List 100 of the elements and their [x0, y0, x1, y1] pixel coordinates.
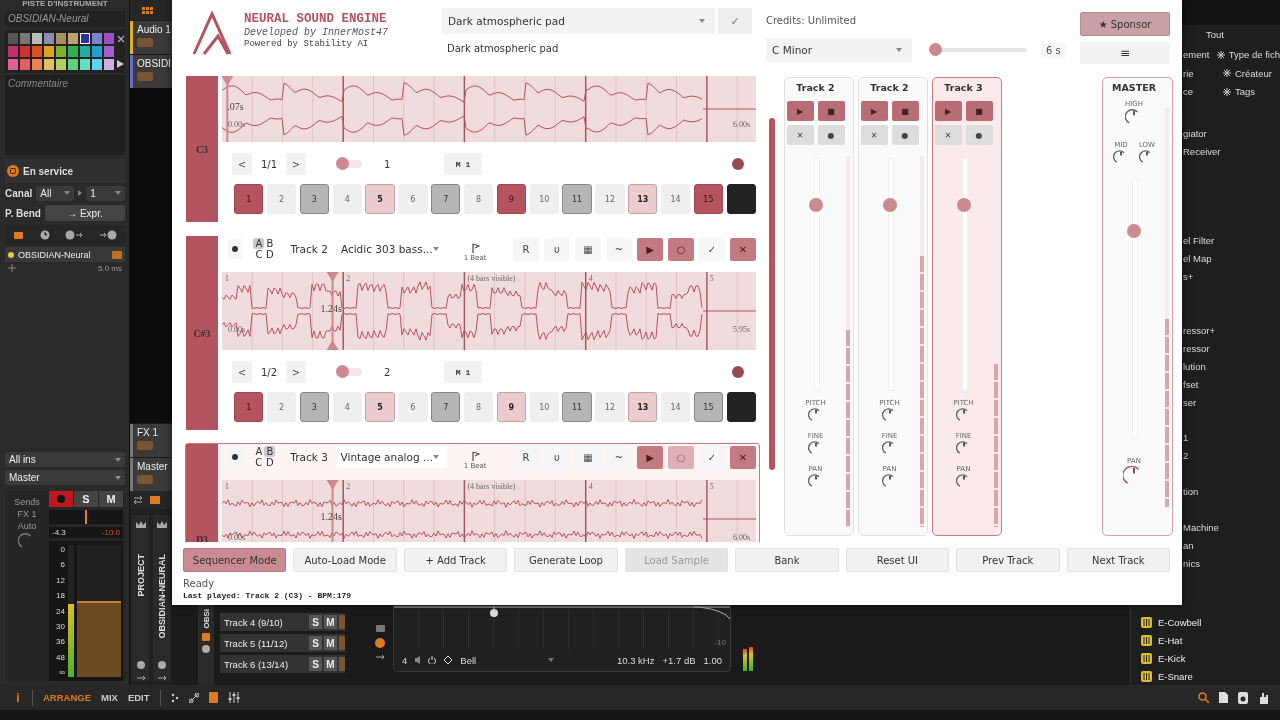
power-icon[interactable]	[428, 656, 437, 664]
color-swatch[interactable]	[68, 33, 78, 44]
color-swatch[interactable]	[8, 46, 18, 57]
preset-item[interactable]: E-Cowbell	[1131, 613, 1280, 631]
color-swatch[interactable]	[92, 46, 102, 57]
color-swatch[interactable]	[68, 46, 78, 57]
color-swatch[interactable]	[92, 33, 102, 44]
track-row[interactable]: Track 4 (9/10) S M	[220, 613, 345, 631]
record-toggle[interactable]	[228, 239, 243, 259]
previous-button[interactable]: <	[232, 361, 252, 383]
step-button[interactable]: 4	[332, 392, 362, 422]
color-swatch[interactable]	[8, 59, 18, 70]
device-icon[interactable]	[12, 230, 24, 240]
browser-item[interactable]: ement	[1183, 49, 1217, 61]
browser-item[interactable]: s+	[1183, 268, 1280, 286]
track-header[interactable]: Master	[130, 458, 172, 491]
track-header[interactable]: FX 1	[130, 424, 172, 457]
volume-fader[interactable]	[808, 197, 823, 212]
info-button[interactable]: i	[14, 690, 22, 705]
color-swatch[interactable]	[80, 59, 90, 70]
clock-icon[interactable]	[157, 661, 166, 669]
tool-button[interactable]: υ	[544, 445, 570, 469]
route-icon[interactable]	[157, 675, 166, 681]
slot-toggle[interactable]: B	[264, 446, 276, 457]
browser-item[interactable]: el Filter	[1183, 232, 1280, 250]
key-dropdown[interactable]: C Minor	[766, 38, 913, 62]
track-row[interactable]: Track 6 (13/14) S M	[220, 655, 345, 673]
color-swatch[interactable]	[20, 46, 30, 57]
step-button[interactable]: 1	[234, 184, 264, 214]
browser-item[interactable]: tion	[1183, 483, 1280, 501]
tool-button[interactable]: υ	[544, 237, 570, 261]
step-button[interactable]	[726, 392, 756, 422]
clock-icon[interactable]	[136, 661, 145, 669]
add-icon[interactable]	[8, 264, 16, 272]
step-button[interactable]: 7	[431, 392, 461, 422]
device-slot[interactable]: OBSIDIAN-Neural	[5, 247, 125, 262]
dots-icon[interactable]	[170, 692, 179, 703]
solo-button[interactable]: S	[309, 615, 322, 629]
browser-item[interactable]: nics	[1183, 555, 1280, 573]
grid-icon[interactable]	[142, 6, 153, 14]
route-icon[interactable]	[136, 675, 145, 681]
step-button[interactable]: 5	[365, 392, 395, 422]
toggle-icon[interactable]	[137, 38, 153, 47]
solo-button[interactable]: ●	[965, 125, 993, 145]
record-button[interactable]: ○	[668, 237, 694, 261]
step-button[interactable]: 8	[463, 184, 494, 214]
swap-icon[interactable]	[134, 496, 142, 504]
solo-button[interactable]: S	[74, 491, 98, 507]
toggle-icon[interactable]	[339, 657, 345, 671]
step-button[interactable]: 11	[562, 184, 592, 214]
action-button[interactable]: Generate Loop	[514, 548, 618, 572]
step-button[interactable]: 3	[299, 392, 330, 422]
preset-item[interactable]: E-Kick	[1131, 649, 1280, 667]
step-button[interactable]: 10	[529, 392, 559, 422]
confirm-button[interactable]: ✓	[699, 445, 725, 469]
track-header[interactable]: Audio 1	[130, 21, 172, 54]
remove-button[interactable]: ✕	[730, 445, 756, 469]
browser-item[interactable]: lution	[1183, 358, 1280, 376]
step-button[interactable]: 13	[628, 392, 658, 422]
action-button[interactable]: Sequencer Mode	[183, 548, 287, 572]
browser-item[interactable]: rie	[1183, 67, 1223, 79]
route-icon[interactable]	[376, 654, 384, 660]
color-swatch[interactable]	[68, 59, 78, 70]
tool-button[interactable]: ~	[606, 445, 632, 469]
tool-button[interactable]: ▦	[575, 237, 601, 261]
step-button[interactable]: 12	[595, 392, 625, 422]
power-icon[interactable]	[7, 165, 19, 177]
step-button[interactable]: 10	[529, 184, 559, 214]
browser-item[interactable]: ce	[1183, 86, 1223, 98]
mixer-icon[interactable]	[227, 692, 240, 703]
step-button[interactable]	[726, 184, 756, 214]
step-button[interactable]: 6	[398, 184, 428, 214]
comment-field[interactable]: Commentaire	[5, 75, 125, 155]
step-button[interactable]: 3	[299, 184, 330, 214]
previous-button[interactable]: <	[232, 153, 252, 175]
duration-slider[interactable]	[929, 43, 943, 56]
browser-item[interactable]: ressor+	[1183, 322, 1280, 340]
view-tab[interactable]: EDIT	[127, 692, 150, 703]
expression-button[interactable]: → Expr.	[44, 205, 125, 221]
file-icon[interactable]	[1219, 692, 1228, 703]
step-button[interactable]: 4	[332, 184, 362, 214]
mute-button[interactable]: M	[324, 615, 337, 629]
color-swatch[interactable]	[80, 46, 90, 57]
step-button[interactable]: 14	[660, 392, 691, 422]
speaker-icon[interactable]	[1238, 691, 1248, 704]
confirm-button[interactable]: ✓	[718, 8, 752, 34]
input-icon[interactable]	[65, 230, 84, 240]
track-row[interactable]: Track 5 (11/12) S M	[220, 634, 345, 652]
volume-fader[interactable]	[77, 601, 121, 677]
volume-fader[interactable]	[882, 197, 897, 212]
slot-toggle[interactable]: B	[264, 238, 276, 249]
browser-item[interactable]: fset	[1183, 376, 1280, 394]
step-button[interactable]: 2	[266, 392, 297, 422]
step-button[interactable]: 9	[496, 392, 527, 422]
preset-item[interactable]: E-Snare	[1131, 667, 1280, 685]
stop-button[interactable]: ■	[891, 101, 919, 121]
confirm-button[interactable]: ✓	[699, 237, 725, 261]
clock-icon[interactable]	[202, 644, 210, 653]
stop-button[interactable]: ■	[965, 101, 993, 121]
color-swatch[interactable]	[44, 46, 54, 57]
